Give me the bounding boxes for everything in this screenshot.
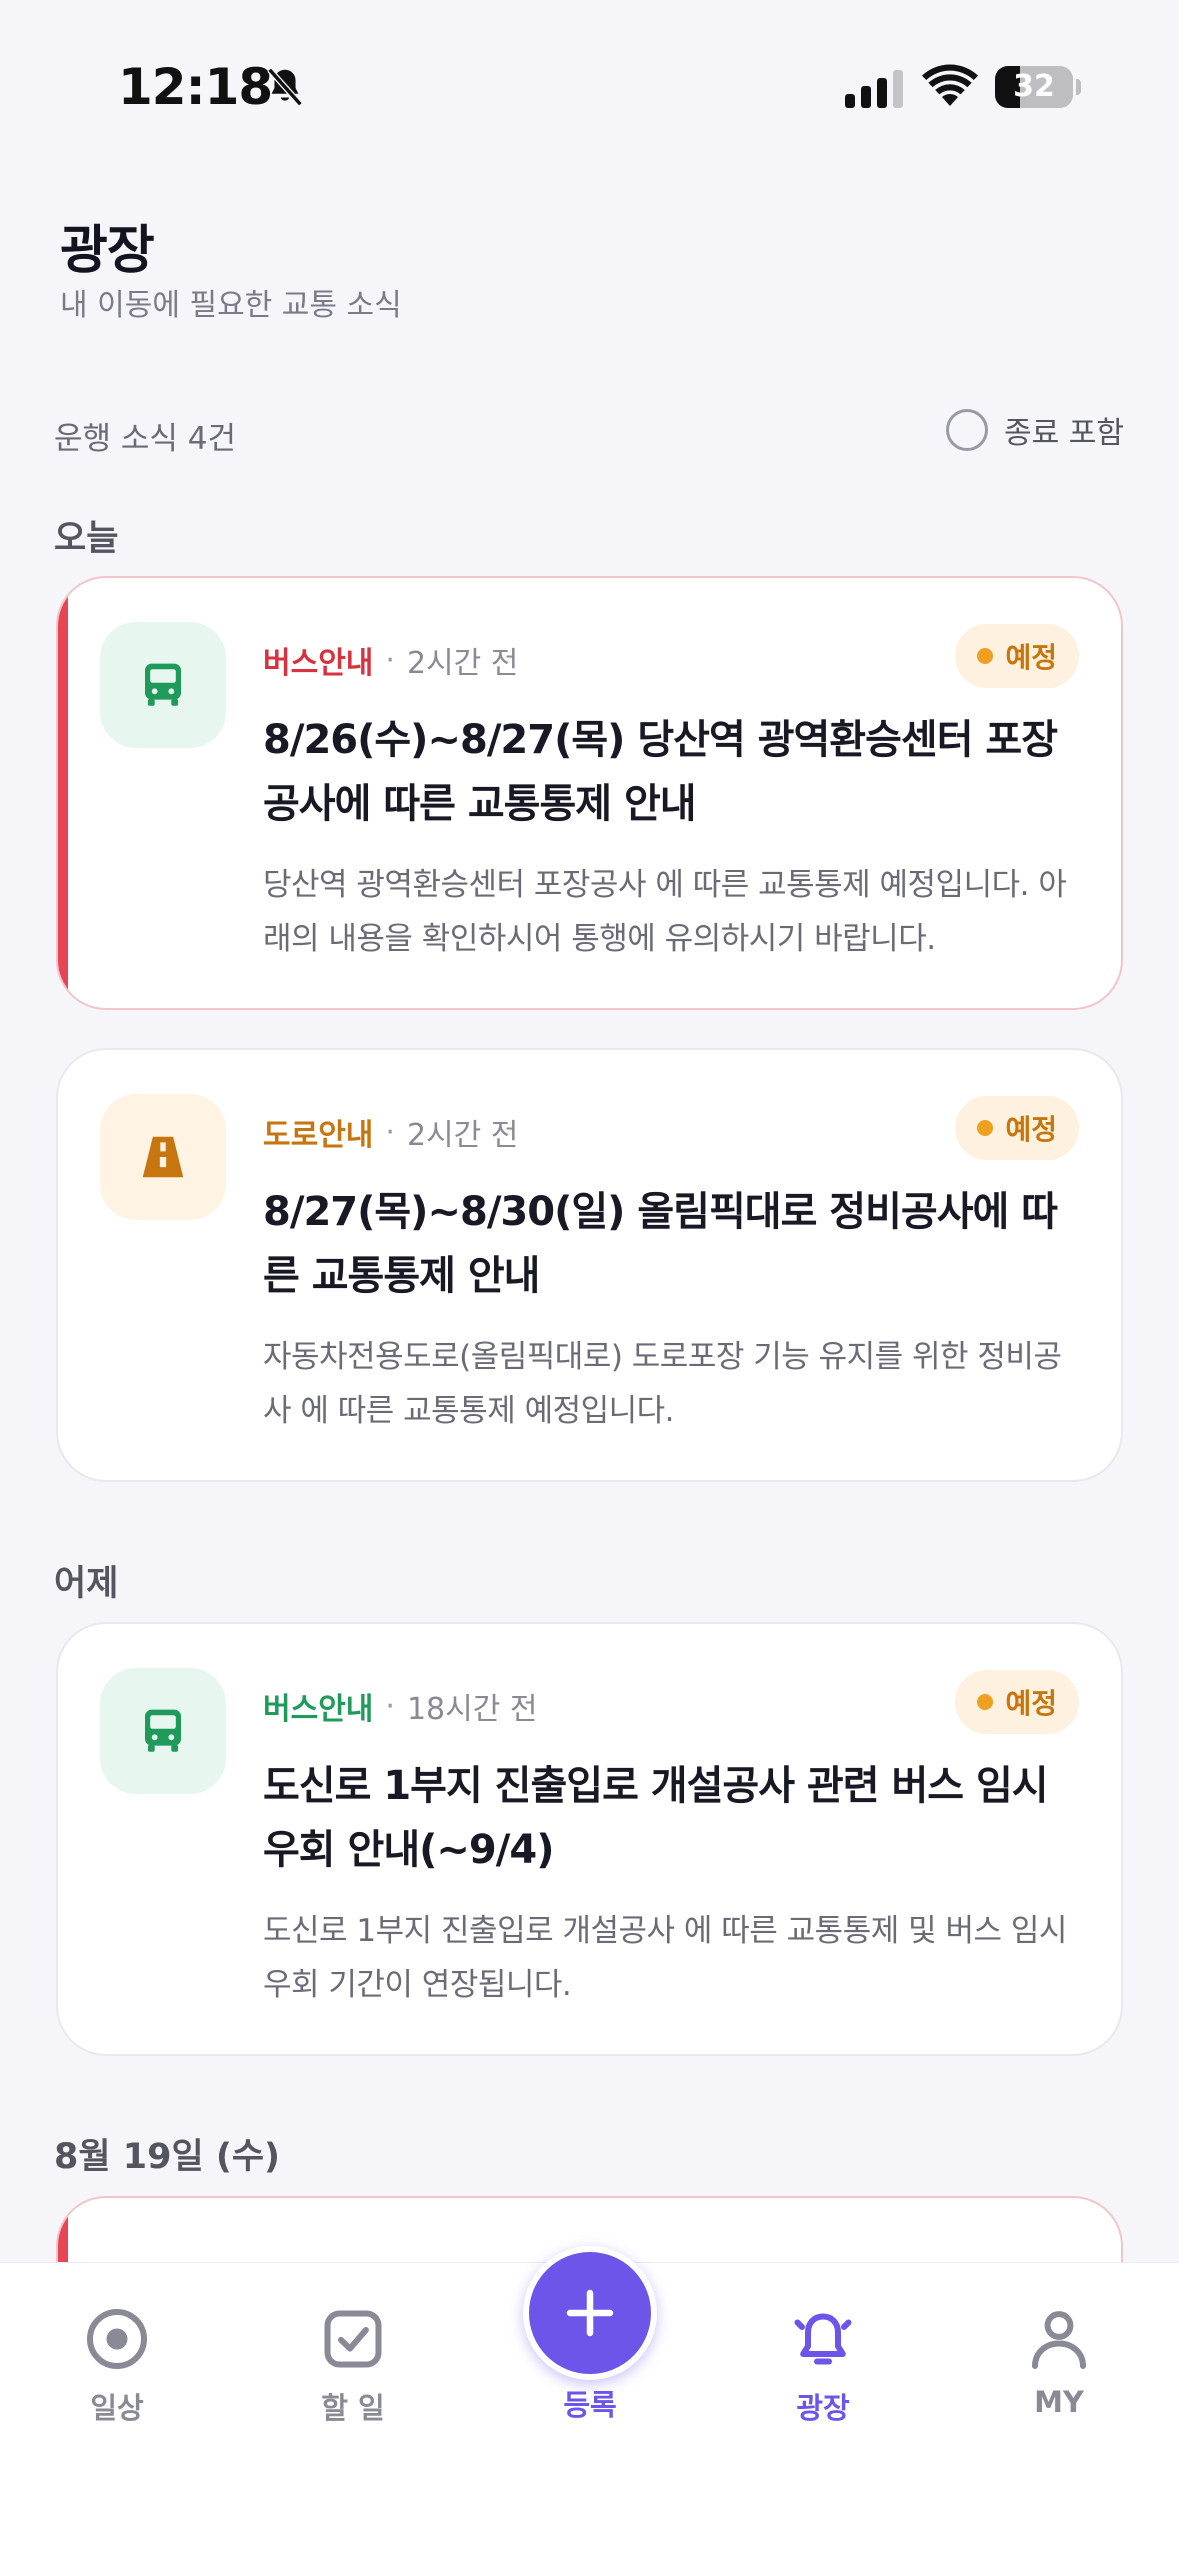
card-description: 당산역 광역환승센터 포장공사 에 따른 교통통제 예정입니다. 아래의 내용을…	[263, 867, 1067, 957]
checkbox-icon	[324, 2310, 382, 2368]
nav-daily-label: 일상	[90, 2391, 144, 2425]
page-title: 광장	[60, 221, 155, 281]
section-yesterday: 어제	[54, 1564, 119, 1604]
badge-label: 예정	[1005, 1687, 1057, 1720]
status-bar: 12:18 32	[0, 0, 1179, 175]
card-category: 버스안내	[263, 1692, 374, 1727]
card-description: 자동차전용도로(올림픽대로) 도로포장 기능 유지를 위한 정비공사 에 따른 …	[263, 1339, 1062, 1429]
news-count-label: 운행 소식 4건	[54, 421, 237, 457]
news-card[interactable]: 버스안내 · 18시간 전 예정 도신로 1부지 진출입로 개설공사 관련 버스…	[56, 1622, 1123, 2056]
bell-off-icon	[267, 67, 303, 107]
card-title: 8/26(수)~8/27(목) 당산역 광역환승센터 포장공사에 따른 교통통제…	[263, 717, 1058, 827]
nav-plaza-label: 광장	[796, 2391, 850, 2425]
register-button[interactable]	[523, 2246, 657, 2380]
card-meta: 버스안내 · 2시간 전	[263, 638, 518, 682]
battery-percent: 32	[1013, 69, 1055, 104]
card-time: 2시간 전	[406, 1118, 519, 1153]
card-description: 도신로 1부지 진출입로 개설공사 에 따른 교통통제 및 버스 임시우회 기간…	[263, 1913, 1067, 2003]
nav-daily[interactable]: 일상	[42, 2303, 192, 2427]
nav-plaza[interactable]: 광장	[748, 2303, 898, 2427]
battery-indicator: 32	[995, 66, 1081, 108]
card-meta: 버스안내 · 18시간 전	[263, 1684, 537, 1728]
bus-icon	[100, 622, 226, 748]
road-icon	[100, 1094, 226, 1220]
wifi-icon	[922, 64, 978, 106]
nav-todo[interactable]: 할 일	[278, 2303, 428, 2427]
news-card[interactable]: 도로안내 · 2시간 전 예정 8/27(목)~8/30(일) 올림픽대로 정비…	[56, 1048, 1123, 1482]
card-time: 18시간 전	[406, 1692, 538, 1727]
card-title: 8/27(목)~8/30(일) 올림픽대로 정비공사에 따른 교통통제 안내	[263, 1189, 1058, 1299]
status-badge: 예정	[955, 1096, 1079, 1160]
status-badge: 예정	[955, 1670, 1079, 1734]
card-category: 도로안내	[263, 1118, 374, 1153]
nav-todo-label: 할 일	[321, 2391, 385, 2425]
status-time: 12:18	[118, 58, 273, 116]
card-category: 버스안내	[263, 646, 374, 681]
card-title: 도신로 1부지 진출입로 개설공사 관련 버스 임시우회 안내(~9/4)	[263, 1763, 1049, 1873]
badge-label: 예정	[1005, 641, 1057, 674]
card-time: 2시간 전	[406, 646, 519, 681]
signal-icon	[845, 70, 903, 108]
section-date: 8월 19일 (수)	[54, 2137, 281, 2177]
bell-icon	[794, 2313, 852, 2365]
radio-icon[interactable]	[946, 409, 988, 451]
bus-icon	[100, 1668, 226, 1794]
card-meta: 도로안내 · 2시간 전	[263, 1110, 518, 1154]
target-icon	[87, 2309, 147, 2369]
nav-my[interactable]: MY	[984, 2303, 1134, 2419]
status-badge: 예정	[955, 624, 1079, 688]
user-icon	[1032, 2311, 1086, 2369]
plus-icon	[566, 2289, 614, 2337]
include-ended-toggle[interactable]: 종료 포함	[946, 408, 1124, 452]
register-label: 등록	[563, 2388, 617, 2422]
nav-my-label: MY	[1034, 2385, 1084, 2419]
news-card[interactable]: 버스안내 · 2시간 전 예정 8/26(수)~8/27(목) 당산역 광역환승…	[56, 576, 1123, 1010]
section-today: 오늘	[54, 519, 119, 559]
include-ended-label: 종료 포함	[1004, 416, 1124, 451]
badge-label: 예정	[1005, 1113, 1057, 1146]
page-subtitle: 내 이동에 필요한 교통 소식	[60, 288, 402, 323]
